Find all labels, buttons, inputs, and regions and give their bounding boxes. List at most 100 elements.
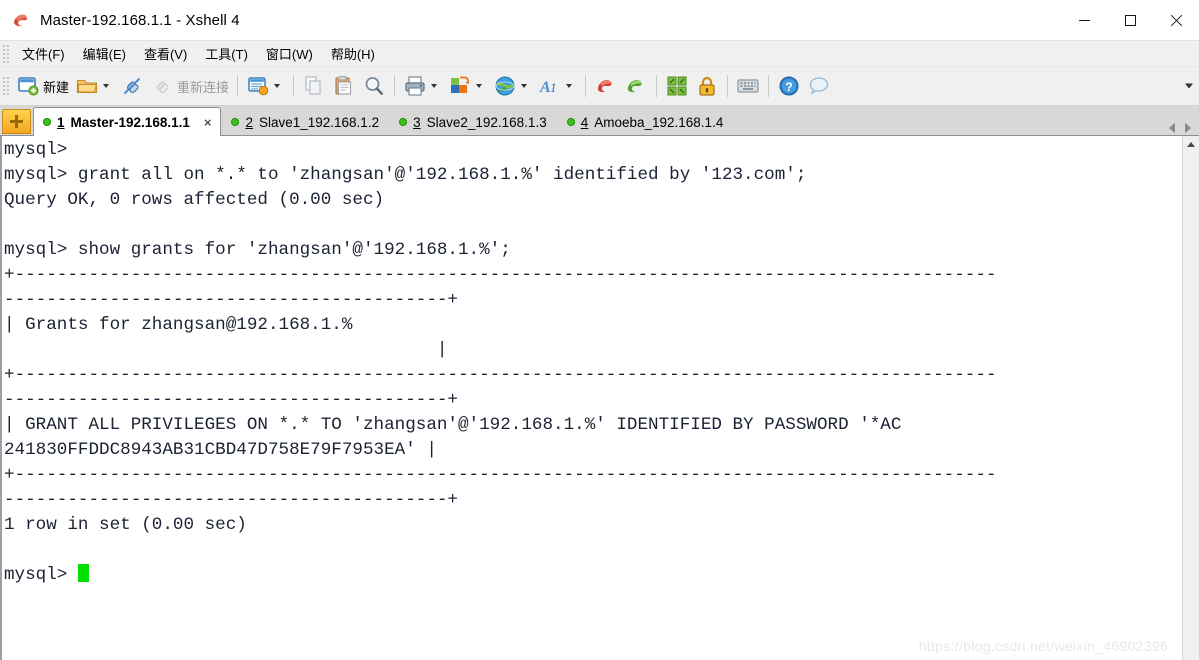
terminal-line: +---------------------------------------… bbox=[4, 265, 997, 285]
encoding-caret-icon[interactable] bbox=[521, 84, 528, 88]
tab-index: 1 bbox=[57, 114, 65, 130]
menu-window[interactable]: 窗口(W) bbox=[257, 41, 322, 66]
open-session-caret-icon[interactable] bbox=[103, 84, 110, 88]
paste-button[interactable] bbox=[329, 71, 359, 101]
fullscreen-button[interactable] bbox=[662, 71, 692, 101]
terminal-line: mysql> bbox=[4, 140, 68, 160]
menu-tools[interactable]: 工具(T) bbox=[196, 41, 257, 66]
terminal-line: | Grants for zhangsan@192.168.1.% bbox=[4, 315, 353, 335]
tab-index: 4 bbox=[580, 114, 589, 130]
maximize-button[interactable] bbox=[1107, 0, 1153, 40]
tab-scroll-left-icon[interactable] bbox=[1169, 123, 1175, 133]
font-caret-icon[interactable] bbox=[566, 84, 573, 88]
toolbar-drag-grip[interactable] bbox=[2, 76, 10, 96]
close-button[interactable] bbox=[1153, 0, 1199, 40]
terminal-prompt-line: mysql> bbox=[4, 563, 1182, 588]
connect-button[interactable] bbox=[117, 71, 147, 101]
chat-button[interactable] bbox=[804, 71, 834, 101]
keyboard-button[interactable] bbox=[733, 71, 763, 101]
terminal-line: ----------------------------------------… bbox=[4, 490, 458, 510]
watermark: https://blog.csdn.net/weixin_46902396 bbox=[918, 638, 1168, 654]
terminal-line: | GRANT ALL PRIVILEGES ON *.* TO 'zhangs… bbox=[4, 415, 902, 435]
disconnect-button[interactable]: 重新连接 bbox=[147, 71, 232, 101]
menu-bar: 文件(F) 编辑(E) 查看(V) 工具(T) 窗口(W) 帮助(H) bbox=[0, 40, 1199, 66]
terminal-scrollbar[interactable] bbox=[1182, 136, 1199, 660]
new-session-label: 新建 bbox=[43, 79, 70, 95]
xshell-icon bbox=[594, 74, 618, 98]
scrollbar-track[interactable] bbox=[1182, 153, 1199, 660]
svg-text:1: 1 bbox=[550, 80, 557, 95]
terminal-line: Query OK, 0 rows affected (0.00 sec) bbox=[4, 190, 385, 210]
disconnect-icon bbox=[150, 74, 174, 98]
terminal-line: ----------------------------------------… bbox=[4, 390, 458, 410]
toolbar: 新建 重新连接 A 1 ? bbox=[0, 66, 1199, 106]
menu-file[interactable]: 文件(F) bbox=[13, 41, 74, 66]
toolbar-separator-1 bbox=[237, 75, 239, 97]
tab-status-dot-icon bbox=[43, 118, 51, 126]
toolbar-separator-4 bbox=[585, 75, 587, 97]
find-button[interactable] bbox=[359, 71, 389, 101]
tab-master[interactable]: 1 Master-192.168.1.1 × bbox=[33, 107, 222, 136]
print-caret-icon[interactable] bbox=[431, 84, 438, 88]
layout-caret-icon[interactable] bbox=[476, 84, 483, 88]
terminal-line: mysql> show grants for 'zhangsan'@'192.1… bbox=[4, 240, 511, 260]
encoding-button[interactable] bbox=[490, 71, 535, 101]
terminal-line: mysql> grant all on *.* to 'zhangsan'@'1… bbox=[4, 165, 807, 185]
terminal-line: +---------------------------------------… bbox=[4, 365, 997, 385]
new-session-button[interactable]: 新建 bbox=[13, 71, 72, 101]
tab-slave2[interactable]: 3 Slave2_192.168.1.3 bbox=[389, 108, 557, 135]
open-session-button[interactable] bbox=[72, 71, 117, 101]
window-controls bbox=[1061, 0, 1199, 40]
lock-button[interactable] bbox=[692, 71, 722, 101]
toolbar-separator-2 bbox=[293, 75, 295, 97]
terminal-cursor bbox=[77, 564, 89, 582]
tab-close-icon[interactable]: × bbox=[204, 115, 212, 130]
tab-index: 3 bbox=[413, 114, 421, 130]
menu-drag-grip[interactable] bbox=[2, 43, 10, 64]
xshell-button[interactable] bbox=[591, 71, 621, 101]
copy-button[interactable] bbox=[299, 71, 329, 101]
tab-label: Master-192.168.1.1 bbox=[70, 114, 190, 130]
keyboard-icon bbox=[736, 74, 760, 98]
fullscreen-icon bbox=[665, 74, 689, 98]
session-manager-button[interactable] bbox=[243, 71, 288, 101]
tab-amoeba[interactable]: 4 Amoeba_192.168.1.4 bbox=[557, 108, 734, 135]
layout-icon bbox=[448, 74, 472, 98]
terminal-area: mysql> mysql> grant all on *.* to 'zhang… bbox=[0, 136, 1199, 660]
xshell-window: Master-192.168.1.1 - Xshell 4 文件(F) 编辑(E… bbox=[0, 0, 1199, 660]
window-title: Master-192.168.1.1 - Xshell 4 bbox=[40, 11, 240, 29]
help-button[interactable]: ? bbox=[774, 71, 804, 101]
terminal-output[interactable]: mysql> mysql> grant all on *.* to 'zhang… bbox=[2, 136, 1182, 660]
connect-icon bbox=[120, 74, 144, 98]
xftp-button[interactable] bbox=[621, 71, 651, 101]
title-bar: Master-192.168.1.1 - Xshell 4 bbox=[0, 0, 1199, 40]
layout-button[interactable] bbox=[445, 71, 490, 101]
tab-status-dot-icon bbox=[231, 118, 240, 126]
tab-status-dot-icon bbox=[399, 118, 408, 126]
plus-icon bbox=[10, 115, 23, 128]
toolbar-separator-5 bbox=[656, 75, 658, 97]
tab-label: Slave2_192.168.1.3 bbox=[426, 114, 547, 130]
scroll-up-button[interactable] bbox=[1182, 136, 1199, 153]
session-manager-caret-icon[interactable] bbox=[274, 84, 281, 88]
tab-label: Slave1_192.168.1.2 bbox=[258, 114, 380, 130]
session-manager-icon bbox=[246, 74, 270, 98]
print-button[interactable] bbox=[400, 71, 445, 101]
menu-help[interactable]: 帮助(H) bbox=[322, 41, 384, 66]
menu-edit[interactable]: 编辑(E) bbox=[74, 41, 135, 66]
menu-view[interactable]: 查看(V) bbox=[135, 41, 196, 66]
tab-bar: 1 Master-192.168.1.1 × 2 Slave1_192.168.… bbox=[0, 106, 1199, 136]
tab-index: 2 bbox=[245, 114, 253, 130]
tab-scroll-right-icon[interactable] bbox=[1185, 123, 1191, 133]
tab-status-dot-icon bbox=[566, 118, 575, 126]
search-icon bbox=[362, 74, 386, 98]
toolbar-separator-6 bbox=[727, 75, 729, 97]
toolbar-overflow-chevron[interactable] bbox=[1185, 83, 1193, 89]
terminal-line: 241830FFDDC8943AB31CBD47D758E79F7953EA' … bbox=[4, 440, 437, 460]
tab-slave1[interactable]: 2 Slave1_192.168.1.2 bbox=[221, 108, 389, 135]
new-tab-button[interactable] bbox=[2, 109, 31, 134]
prompt-text: mysql> bbox=[4, 565, 78, 585]
minimize-button[interactable] bbox=[1061, 0, 1107, 40]
font-button[interactable]: A 1 bbox=[535, 71, 580, 101]
